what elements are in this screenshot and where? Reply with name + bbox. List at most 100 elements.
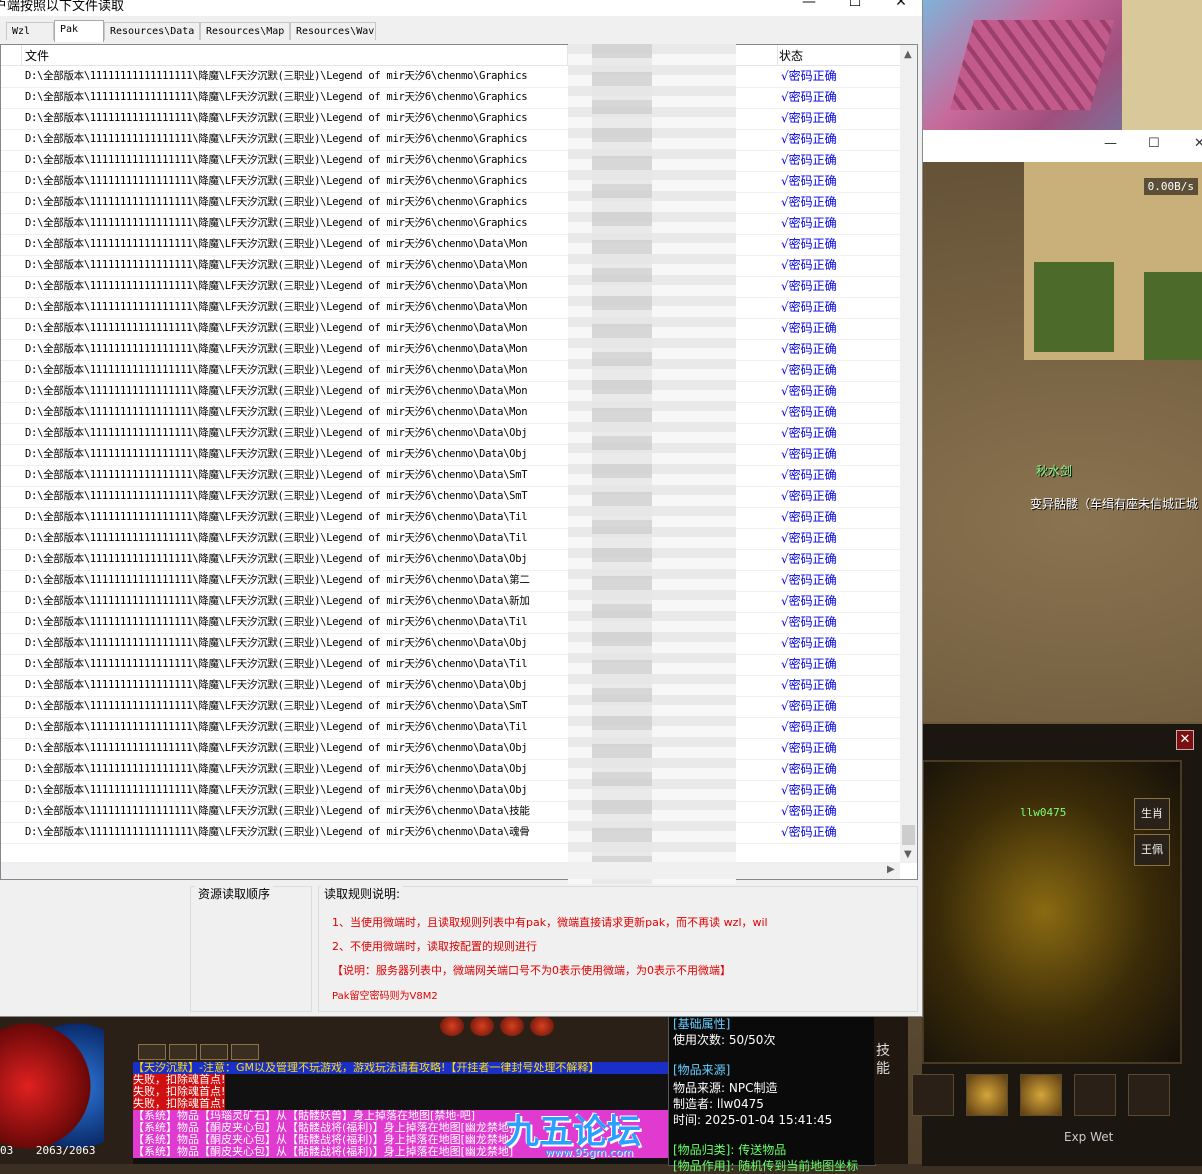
status-cell: √密码正确 <box>781 804 837 818</box>
rule-text: 2、不使用微端时，读取按配置的规则进行 <box>332 940 537 953</box>
tab-pak[interactable]: Pak <box>54 20 104 42</box>
status-cell: √密码正确 <box>781 741 837 755</box>
potion-slot[interactable] <box>440 1016 464 1036</box>
table-row[interactable]: D:\全部版本\11111111111111111\降魔\LF天汐沉默(三职业)… <box>1 171 901 193</box>
window-title: 户端按照以下文件读取 <box>0 0 125 14</box>
tab-jade[interactable]: 王佩 <box>1134 834 1170 866</box>
table-row[interactable]: D:\全部版本\11111111111111111\降魔\LF天汐沉默(三职业)… <box>1 528 901 550</box>
table-row[interactable]: D:\全部版本\11111111111111111\降魔\LF天汐沉默(三职业)… <box>1 654 901 676</box>
hud-button[interactable] <box>138 1044 166 1060</box>
maximize-button-2[interactable]: ☐ <box>1148 136 1160 151</box>
potion-slot[interactable] <box>530 1016 554 1036</box>
table-row[interactable]: D:\全部版本\11111111111111111\降魔\LF天汐沉默(三职业)… <box>1 192 901 214</box>
hud-button[interactable] <box>200 1044 228 1060</box>
equip-slot[interactable] <box>966 1074 1008 1116</box>
table-row[interactable]: D:\全部版本\11111111111111111\降魔\LF天汐沉默(三职业)… <box>1 129 901 151</box>
file-path-cell: D:\全部版本\11111111111111111\降魔\LF天汐沉默(三职业)… <box>25 448 528 460</box>
logo-url: www.95gm.com <box>545 1146 634 1159</box>
table-row[interactable]: D:\全部版本\11111111111111111\降魔\LF天汐沉默(三职业)… <box>1 108 901 130</box>
table-row[interactable]: D:\全部版本\11111111111111111\降魔\LF天汐沉默(三职业)… <box>1 87 901 109</box>
table-row[interactable]: D:\全部版本\11111111111111111\降魔\LF天汐沉默(三职业)… <box>1 297 901 319</box>
equip-slot[interactable] <box>1020 1074 1062 1116</box>
table-row[interactable]: D:\全部版本\11111111111111111\降魔\LF天汐沉默(三职业)… <box>1 801 901 823</box>
hud-button[interactable] <box>231 1044 259 1060</box>
close-button[interactable]: ✕ <box>878 0 924 16</box>
tab-resources-data[interactable]: Resources\Data <box>104 22 200 40</box>
status-cell: √密码正确 <box>781 216 837 230</box>
player-name[interactable]: 秋水剑 <box>1036 462 1072 479</box>
status-cell: √密码正确 <box>781 405 837 419</box>
table-row[interactable]: D:\全部版本\11111111111111111\降魔\LF天汐沉默(三职业)… <box>1 150 901 172</box>
maximize-button[interactable]: ☐ <box>832 0 878 16</box>
table-row[interactable]: D:\全部版本\11111111111111111\降魔\LF天汐沉默(三职业)… <box>1 276 901 298</box>
file-list[interactable]: 文件 状态 D:\全部版本\11111111111111111\降魔\LF天汐沉… <box>0 44 918 880</box>
tab-wzl[interactable]: Wzl <box>6 22 54 40</box>
file-path-cell: D:\全部版本\11111111111111111\降魔\LF天汐沉默(三职业)… <box>25 112 528 124</box>
close-icon[interactable]: ✕ <box>1176 730 1194 750</box>
column-status[interactable]: 状态 <box>779 47 803 64</box>
table-row[interactable]: D:\全部版本\11111111111111111\降魔\LF天汐沉默(三职业)… <box>1 255 901 277</box>
column-file[interactable]: 文件 <box>25 47 49 64</box>
minimize-button[interactable]: — <box>786 0 832 16</box>
vertical-scrollbar[interactable]: ▲ ▼ <box>900 45 917 863</box>
potion-slots <box>440 1016 560 1040</box>
game-artwork <box>922 0 1202 130</box>
hp-stats: 03 2063/2063 <box>0 1144 95 1157</box>
potion-slot[interactable] <box>500 1016 524 1036</box>
table-row[interactable]: D:\全部版本\11111111111111111\降魔\LF天汐沉默(三职业)… <box>1 360 901 382</box>
tab-resources-wav[interactable]: Resources\Wav <box>290 22 376 40</box>
table-row[interactable]: D:\全部版本\11111111111111111\降魔\LF天汐沉默(三职业)… <box>1 213 901 235</box>
table-row[interactable]: D:\全部版本\11111111111111111\降魔\LF天汐沉默(三职业)… <box>1 612 901 634</box>
file-path-cell: D:\全部版本\11111111111111111\降魔\LF天汐沉默(三职业)… <box>25 742 528 754</box>
table-row[interactable]: D:\全部版本\11111111111111111\降魔\LF天汐沉默(三职业)… <box>1 759 901 781</box>
scroll-thumb[interactable] <box>902 825 915 845</box>
tab-resources-map[interactable]: Resources\Map <box>200 22 290 40</box>
status-cell: √密码正确 <box>781 384 837 398</box>
minimap[interactable]: 0.00B/s <box>1024 162 1202 360</box>
character-name: llw0475 <box>1020 806 1067 819</box>
file-path-cell: D:\全部版本\11111111111111111\降魔\LF天汐沉默(三职业)… <box>25 616 528 628</box>
status-cell: √密码正确 <box>781 531 837 545</box>
table-row[interactable]: D:\全部版本\11111111111111111\降魔\LF天汐沉默(三职业)… <box>1 570 901 592</box>
table-row[interactable]: D:\全部版本\11111111111111111\降魔\LF天汐沉默(三职业)… <box>1 234 901 256</box>
resource-read-dialog: 户端按照以下文件读取 — ☐ ✕ Wzl Pak Resources\Data … <box>0 0 923 1017</box>
equip-slot[interactable] <box>1128 1074 1170 1116</box>
table-row[interactable]: D:\全部版本\11111111111111111\降魔\LF天汐沉默(三职业)… <box>1 549 901 571</box>
npc-label[interactable]: 变异骷髅（车缉有座未信城正城 <box>1030 495 1198 512</box>
table-row[interactable]: D:\全部版本\11111111111111111\降魔\LF天汐沉默(三职业)… <box>1 318 901 340</box>
minimize-button-2[interactable]: — <box>1104 136 1117 151</box>
hud-button[interactable] <box>169 1044 197 1060</box>
rule-text: 1、当使用微端时，且读取规则列表中有pak，微端直接请求更新pak，而不再读 w… <box>332 916 768 929</box>
table-row[interactable]: D:\全部版本\11111111111111111\降魔\LF天汐沉默(三职业)… <box>1 717 901 739</box>
table-row[interactable]: D:\全部版本\11111111111111111\降魔\LF天汐沉默(三职业)… <box>1 780 901 802</box>
equip-slot[interactable] <box>1074 1074 1116 1116</box>
close-button-2[interactable]: ✕ <box>1194 136 1202 151</box>
scroll-right-icon[interactable]: ▶ <box>887 864 895 875</box>
equip-slot[interactable] <box>912 1074 954 1116</box>
scroll-up-icon[interactable]: ▲ <box>904 49 912 60</box>
table-row[interactable]: D:\全部版本\11111111111111111\降魔\LF天汐沉默(三职业)… <box>1 402 901 424</box>
status-cell: √密码正确 <box>781 825 837 839</box>
tab-zodiac[interactable]: 生肖 <box>1134 798 1170 830</box>
table-row[interactable]: D:\全部版本\11111111111111111\降魔\LF天汐沉默(三职业)… <box>1 675 901 697</box>
skill-label[interactable]: 技能 <box>876 1042 890 1078</box>
table-row[interactable]: D:\全部版本\11111111111111111\降魔\LF天汐沉默(三职业)… <box>1 633 901 655</box>
table-row[interactable]: D:\全部版本\11111111111111111\降魔\LF天汐沉默(三职业)… <box>1 738 901 760</box>
table-row[interactable]: D:\全部版本\11111111111111111\降魔\LF天汐沉默(三职业)… <box>1 507 901 529</box>
table-row[interactable]: D:\全部版本\11111111111111111\降魔\LF天汐沉默(三职业)… <box>1 381 901 403</box>
table-row[interactable]: D:\全部版本\11111111111111111\降魔\LF天汐沉默(三职业)… <box>1 696 901 718</box>
table-row[interactable]: D:\全部版本\11111111111111111\降魔\LF天汐沉默(三职业)… <box>1 591 901 613</box>
table-row[interactable]: D:\全部版本\11111111111111111\降魔\LF天汐沉默(三职业)… <box>1 66 901 88</box>
table-row[interactable]: D:\全部版本\11111111111111111\降魔\LF天汐沉默(三职业)… <box>1 339 901 361</box>
table-row[interactable]: D:\全部版本\11111111111111111\降魔\LF天汐沉默(三职业)… <box>1 822 901 844</box>
status-cell: √密码正确 <box>781 636 837 650</box>
table-row[interactable]: D:\全部版本\11111111111111111\降魔\LF天汐沉默(三职业)… <box>1 465 901 487</box>
table-row[interactable]: D:\全部版本\11111111111111111\降魔\LF天汐沉默(三职业)… <box>1 486 901 508</box>
character-panel: ✕ llw0475 生肖 王佩 <box>912 722 1202 1166</box>
potion-slot[interactable] <box>470 1016 494 1036</box>
scroll-down-icon[interactable]: ▼ <box>904 849 912 860</box>
status-cell: √密码正确 <box>781 111 837 125</box>
horizontal-scrollbar[interactable]: ▶ <box>1 862 900 879</box>
table-row[interactable]: D:\全部版本\11111111111111111\降魔\LF天汐沉默(三职业)… <box>1 423 901 445</box>
table-row[interactable]: D:\全部版本\11111111111111111\降魔\LF天汐沉默(三职业)… <box>1 444 901 466</box>
